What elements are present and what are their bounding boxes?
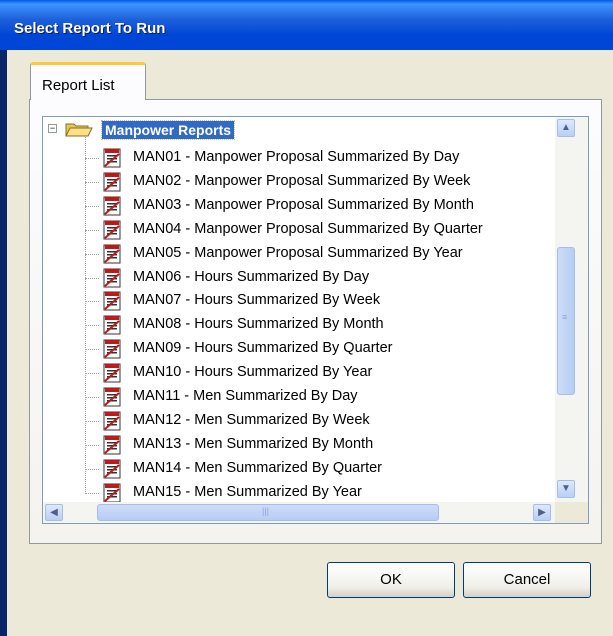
tree-root-manpower-reports[interactable]: Manpower Reports (100, 120, 236, 140)
grip-icon: ≡ (562, 312, 568, 322)
report-item-label: MAN10 - Hours Summarized By Year (133, 364, 373, 381)
vertical-scroll-thumb[interactable]: ≡ (557, 247, 575, 395)
tree-connector (85, 158, 99, 159)
report-item[interactable]: MAN08 - Hours Summarized By Month (85, 313, 555, 337)
tree-connector (85, 301, 99, 303)
report-item[interactable]: MAN09 - Hours Summarized By Quarter (85, 337, 555, 361)
scroll-up-button[interactable]: ▲ (557, 119, 575, 137)
report-item[interactable]: MAN10 - Hours Summarized By Year (85, 361, 555, 385)
report-item[interactable]: MAN05 - Manpower Proposal Summarized By … (85, 242, 555, 266)
tree-connector (85, 492, 99, 494)
scroll-left-button[interactable]: ◀ (45, 504, 63, 521)
title-bar[interactable]: Select Report To Run (0, 0, 613, 50)
collapse-icon[interactable]: − (48, 124, 57, 133)
report-item-label: MAN12 - Men Summarized By Week (133, 411, 370, 428)
report-item-label: MAN08 - Hours Summarized By Month (133, 316, 384, 333)
report-item-label: MAN13 - Men Summarized By Month (133, 435, 374, 452)
report-icon (103, 411, 121, 431)
tree-connector (85, 277, 99, 279)
report-item-label: MAN02 - Manpower Proposal Summarized By … (133, 172, 471, 189)
report-item[interactable]: MAN14 - Men Summarized By Quarter (85, 457, 555, 481)
horizontal-scrollbar[interactable]: ◀ ||| ▶ (43, 502, 555, 523)
scroll-corner (555, 502, 588, 523)
tree-guide-line (85, 134, 86, 494)
tree-connector (85, 444, 99, 446)
report-item[interactable]: MAN02 - Manpower Proposal Summarized By … (85, 170, 555, 194)
report-icon (103, 483, 121, 502)
report-icon (103, 291, 121, 311)
scroll-down-button[interactable]: ▼ (557, 480, 575, 498)
scroll-right-button[interactable]: ▶ (533, 504, 551, 521)
folder-open-icon (65, 123, 93, 137)
tree-connector (85, 325, 99, 327)
report-icon (103, 363, 121, 383)
report-item[interactable]: MAN06 - Hours Summarized By Day (85, 266, 555, 290)
tab-label: Report List (42, 77, 115, 94)
report-item[interactable]: MAN04 - Manpower Proposal Summarized By … (85, 218, 555, 242)
report-item-label: MAN15 - Men Summarized By Year (133, 483, 362, 500)
select-report-dialog: Select Report To Run Report List − Manpo… (0, 0, 613, 636)
horizontal-scroll-thumb[interactable]: ||| (97, 504, 439, 521)
report-item-label: MAN04 - Manpower Proposal Summarized By … (133, 220, 483, 237)
report-item-label: MAN14 - Men Summarized By Quarter (133, 459, 382, 476)
report-icon (103, 268, 121, 287)
report-icon (103, 387, 121, 407)
report-item-label: MAN09 - Hours Summarized By Quarter (133, 340, 393, 357)
tree-connector (85, 468, 99, 470)
tree-connector (85, 349, 99, 351)
window-title: Select Report To Run (14, 20, 166, 37)
report-item[interactable]: MAN11 - Men Summarized By Day (85, 385, 555, 409)
tree-connector (85, 229, 99, 231)
report-icon (103, 435, 121, 455)
report-icon (103, 148, 121, 168)
vertical-scrollbar[interactable]: ▲ ≡ ▼ (555, 117, 588, 502)
report-item-label: MAN11 - Men Summarized By Day (133, 388, 358, 404)
ok-button[interactable]: OK (327, 562, 455, 598)
report-icon (103, 172, 121, 192)
tree-connector (85, 420, 99, 422)
report-item-label: MAN05 - Manpower Proposal Summarized By … (133, 244, 463, 261)
tab-report-list[interactable]: Report List (30, 62, 146, 100)
report-item[interactable]: MAN01 - Manpower Proposal Summarized By … (85, 146, 555, 170)
report-item-label: MAN03 - Manpower Proposal Summarized By … (133, 196, 474, 213)
report-icon (103, 220, 121, 240)
report-icon (103, 459, 121, 479)
report-tree[interactable]: − Manpower Reports MAN01 - Manpower Prop… (42, 116, 589, 524)
report-item[interactable]: MAN03 - Manpower Proposal Summarized By … (85, 194, 555, 218)
tree-connector (85, 397, 99, 398)
report-item[interactable]: MAN15 - Men Summarized By Year (85, 481, 555, 502)
tree-connector (85, 205, 99, 207)
report-item-label: MAN07 - Hours Summarized By Week (133, 292, 381, 309)
tree-connector (85, 253, 99, 255)
report-icon (103, 339, 121, 359)
cancel-button[interactable]: Cancel (463, 562, 591, 598)
tree-connector (85, 373, 99, 375)
report-icon (103, 244, 121, 264)
report-item[interactable]: MAN07 - Hours Summarized By Week (85, 289, 555, 313)
report-item-label: MAN01 - Manpower Proposal Summarized By … (133, 149, 460, 165)
grip-icon: ||| (262, 506, 270, 516)
report-item-label: MAN06 - Hours Summarized By Day (133, 268, 370, 285)
tree-viewport: − Manpower Reports MAN01 - Manpower Prop… (43, 117, 555, 502)
tree-connector (85, 181, 99, 183)
report-icon (103, 196, 121, 216)
report-icon (103, 315, 121, 335)
report-item[interactable]: MAN13 - Men Summarized By Month (85, 433, 555, 457)
report-item[interactable]: MAN12 - Men Summarized By Week (85, 409, 555, 433)
